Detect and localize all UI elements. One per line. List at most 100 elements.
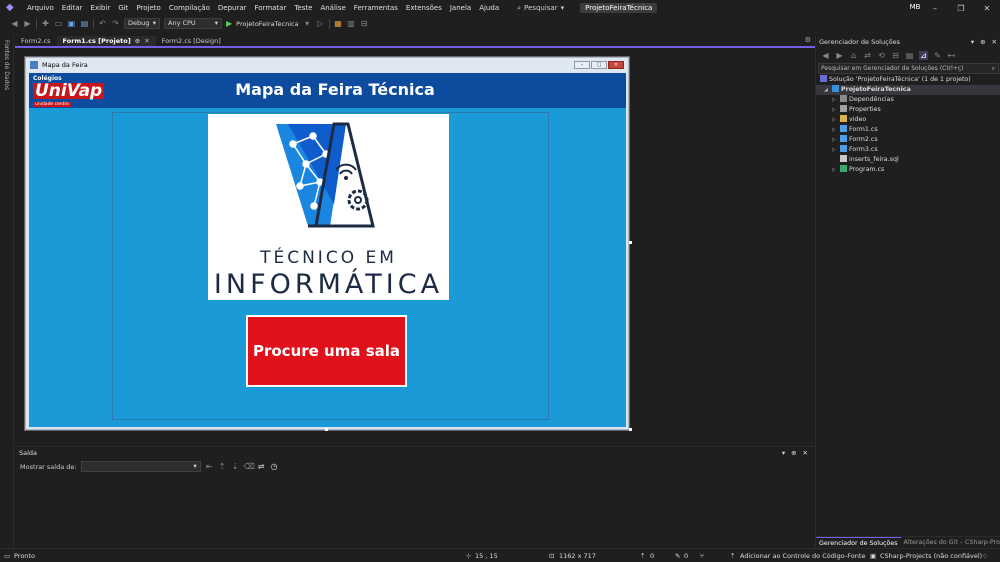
- expand-arrow-icon[interactable]: ▷: [832, 165, 840, 175]
- status-repo[interactable]: CSharp-Projects (não confiável): [880, 552, 982, 560]
- clear-all-icon[interactable]: ⌫: [244, 462, 255, 471]
- chevron-down-icon[interactable]: ▾: [303, 19, 312, 28]
- expand-arrow-icon[interactable]: ◢: [824, 85, 832, 95]
- sync-icon[interactable]: ⇄: [863, 51, 872, 60]
- expand-arrow-icon[interactable]: ▷: [832, 125, 840, 135]
- menu-janela[interactable]: Janela: [446, 4, 475, 12]
- close-icon[interactable]: ✕: [803, 449, 808, 457]
- toolbox-icon[interactable]: ▦: [334, 19, 343, 28]
- expand-arrow-icon[interactable]: ▷: [832, 105, 840, 115]
- home-icon[interactable]: ⌂: [849, 51, 858, 60]
- data-sources-strip[interactable]: Fontes de Dados: [0, 36, 14, 548]
- status-edit-count[interactable]: 0: [684, 552, 688, 560]
- tree-solution[interactable]: Solução 'ProjetoFeiraTécnica' (1 de 1 pr…: [816, 75, 1000, 85]
- solution-search-input[interactable]: Pesquisar em Gerenciador de Soluções (Ct…: [818, 63, 999, 74]
- layout-icon[interactable]: ▥: [347, 19, 356, 28]
- next-message-icon[interactable]: ⇣: [231, 462, 240, 471]
- back-icon[interactable]: ◀: [10, 19, 19, 28]
- minimize-icon[interactable]: –: [922, 4, 948, 13]
- pending-changes-icon[interactable]: ⟲: [877, 51, 886, 60]
- close-icon[interactable]: ✕: [144, 37, 149, 45]
- tree-item-video[interactable]: ▷ video: [816, 115, 1000, 125]
- banner-title[interactable]: Mapa da Feira Técnica: [29, 73, 641, 108]
- tree-item-form3[interactable]: ▷ Form3.cs: [816, 145, 1000, 155]
- back-icon[interactable]: ◀: [821, 51, 830, 60]
- menu-formatar[interactable]: Formatar: [251, 4, 291, 12]
- menu-compilacao[interactable]: Compilação: [165, 4, 214, 12]
- new-item-icon[interactable]: ✚: [41, 19, 50, 28]
- pin-icon[interactable]: ⊕: [791, 449, 796, 457]
- clock-icon[interactable]: ◷: [270, 462, 279, 471]
- tree-item-properties[interactable]: ▷ Properties: [816, 105, 1000, 115]
- menu-analise[interactable]: Análise: [316, 4, 349, 12]
- show-all-files-icon[interactable]: ▤: [905, 51, 914, 60]
- resize-handle[interactable]: [629, 241, 632, 244]
- arrow-up-icon[interactable]: ⇡: [730, 552, 735, 560]
- informatica-picture-box[interactable]: TÉCNICO EM INFORMÁTICA: [208, 114, 449, 300]
- gear-icon[interactable]: ⚙: [805, 36, 815, 46]
- wrench-icon[interactable]: ✎: [933, 51, 942, 60]
- menu-projeto[interactable]: Projeto: [132, 4, 164, 12]
- output-source-select[interactable]: ▾: [80, 461, 201, 472]
- avatar[interactable]: MB: [908, 3, 922, 13]
- expand-arrow-icon[interactable]: ▷: [832, 95, 840, 105]
- resize-handle[interactable]: [325, 428, 328, 431]
- tab-form2-cs[interactable]: Form2.cs: [15, 36, 57, 46]
- menu-extensoes[interactable]: Extensões: [402, 4, 446, 12]
- close-icon[interactable]: ✕: [974, 4, 1000, 13]
- tree-item-sql[interactable]: inserts_feira.sql: [816, 155, 1000, 165]
- collapse-all-icon[interactable]: ⊟: [891, 51, 900, 60]
- expand-arrow-icon[interactable]: ▷: [832, 115, 840, 125]
- menu-arquivo[interactable]: Arquivo: [23, 4, 58, 12]
- chevron-down-icon[interactable]: ▾: [782, 449, 785, 457]
- branch-icon[interactable]: ⑂: [700, 552, 704, 560]
- filter-icon[interactable]: ⊿: [919, 50, 928, 60]
- visual-studio-logo-icon[interactable]: ◆: [6, 2, 18, 14]
- menu-ajuda[interactable]: Ajuda: [475, 4, 503, 12]
- word-wrap-icon[interactable]: ⇌: [257, 462, 266, 471]
- resize-handle[interactable]: [629, 428, 632, 431]
- menu-teste[interactable]: Teste: [290, 4, 316, 12]
- expand-arrow-icon[interactable]: ▷: [832, 145, 840, 155]
- config-select[interactable]: Debug ▾: [124, 18, 160, 29]
- maximize-icon[interactable]: ❐: [948, 4, 974, 13]
- search-box[interactable]: ⌕ Pesquisar ▾: [513, 4, 568, 13]
- univap-logo[interactable]: Colégios UniVap unidade centro: [33, 76, 105, 108]
- tree-item-form2[interactable]: ▷ Form2.cs: [816, 135, 1000, 145]
- repo-icon[interactable]: ▣: [870, 552, 876, 560]
- add-source-control-button[interactable]: Adicionar ao Controle do Código-Fonte: [740, 552, 865, 560]
- pin-icon[interactable]: ⊕: [980, 38, 985, 46]
- tree-item-dependencias[interactable]: ▷ Dependências: [816, 95, 1000, 105]
- menu-depurar[interactable]: Depurar: [214, 4, 251, 12]
- tab-form2-design[interactable]: Form2.cs [Design]: [156, 36, 227, 46]
- menu-exibir[interactable]: Exibir: [87, 4, 115, 12]
- chevron-down-icon[interactable]: ▾: [971, 38, 974, 46]
- align-icon[interactable]: ⊟: [360, 19, 369, 28]
- preview-icon[interactable]: ⊷: [947, 51, 956, 60]
- form-client-area[interactable]: Mapa da Feira Técnica Colégios UniVap un…: [29, 73, 626, 427]
- notifications-icon[interactable]: ♢: [982, 552, 988, 560]
- start-target-button[interactable]: ProjetoFeiraTecnica: [236, 20, 298, 28]
- prev-message-icon[interactable]: ⇡: [218, 462, 227, 471]
- tab-git-changes[interactable]: Alterações do Git – CSharp-Projects: [901, 537, 1000, 548]
- find-message-icon[interactable]: ⇤: [205, 462, 214, 471]
- forward-icon[interactable]: ▶: [23, 19, 32, 28]
- menu-editar[interactable]: Editar: [58, 4, 87, 12]
- tab-solution-explorer[interactable]: Gerenciador de Soluções: [816, 537, 901, 548]
- arrow-up-icon[interactable]: ⇡: [640, 552, 645, 560]
- save-all-icon[interactable]: ▤: [80, 19, 89, 28]
- start-icon[interactable]: ▶: [226, 19, 232, 28]
- expand-arrow-icon[interactable]: ▷: [832, 135, 840, 145]
- save-icon[interactable]: ▣: [67, 19, 76, 28]
- procure-sala-button[interactable]: Procure uma sala: [246, 315, 407, 387]
- tree-item-program[interactable]: ▷ Program.cs: [816, 165, 1000, 175]
- pin-icon[interactable]: ⊕: [135, 37, 140, 45]
- platform-select[interactable]: Any CPU ▾: [164, 18, 222, 29]
- start-without-debug-icon[interactable]: ▷: [316, 19, 325, 28]
- menu-git[interactable]: Git: [114, 4, 132, 12]
- status-up-count[interactable]: 0: [650, 552, 654, 560]
- redo-icon[interactable]: ↷: [111, 19, 120, 28]
- menu-ferramentas[interactable]: Ferramentas: [350, 4, 402, 12]
- tab-form1-projeto[interactable]: Form1.cs [Projeto] ⊕ ✕: [56, 36, 156, 46]
- tree-item-form1[interactable]: ▷ Form1.cs: [816, 125, 1000, 135]
